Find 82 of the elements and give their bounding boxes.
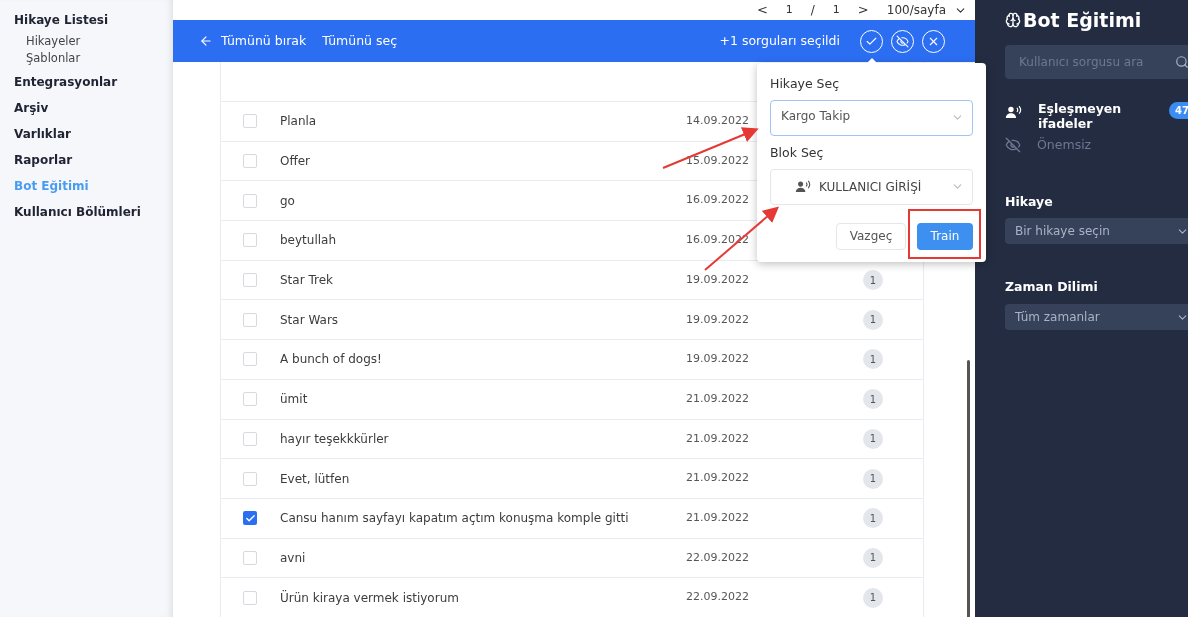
query-date: 22.09.2022 bbox=[686, 549, 746, 566]
count-badge: 1 bbox=[863, 428, 883, 449]
story-select[interactable]: Bir hikaye seçin bbox=[1005, 218, 1188, 245]
query-date: 14.09.2022 bbox=[686, 113, 746, 130]
count-badge: 1 bbox=[863, 389, 883, 410]
story-label: Hikaye bbox=[1005, 192, 1054, 211]
query-text: ümit bbox=[280, 391, 309, 409]
query-text: Cansu hanım sayfayı kapatım açtım konuşma komple gitti bbox=[280, 510, 630, 528]
row-checkbox[interactable] bbox=[243, 154, 257, 169]
row-checkbox[interactable] bbox=[243, 352, 257, 367]
query-text: Ürün kiraya vermek istiyorum bbox=[280, 589, 460, 607]
row-checkbox[interactable] bbox=[243, 550, 257, 565]
story-label: Hikaye Seç bbox=[770, 75, 841, 93]
query-date: 21.09.2022 bbox=[686, 509, 746, 526]
query-date: 16.09.2022 bbox=[686, 192, 746, 209]
query-date: 19.09.2022 bbox=[686, 351, 746, 368]
query-text: Star Trek bbox=[280, 272, 334, 290]
query-text: beytullah bbox=[280, 232, 338, 250]
eye-off-icon bbox=[1005, 136, 1021, 153]
panel-title: Bot Eğitimi bbox=[1023, 8, 1142, 33]
query-text: Planla bbox=[280, 113, 318, 131]
query-text: Offer bbox=[280, 153, 312, 171]
query-text: hayır teşekkkürler bbox=[280, 430, 390, 448]
row-checkbox[interactable] bbox=[243, 431, 257, 446]
sidebar-subitem[interactable]: Şablonlar bbox=[14, 50, 173, 67]
filter-item[interactable]: Eşleşmeyen ifadeler bbox=[1038, 100, 1153, 131]
query-text: Evet, lütfen bbox=[280, 470, 351, 488]
count-badge: 1 bbox=[863, 309, 883, 330]
time-label: Zaman Dilimi bbox=[1005, 278, 1099, 297]
count-badge: 1 bbox=[863, 587, 883, 608]
sidebar-item[interactable]: Arşiv bbox=[14, 95, 173, 121]
previous-page-button[interactable]: < bbox=[756, 0, 768, 20]
page-size-select[interactable]: 100/sayfa bbox=[886, 1, 967, 19]
sidebar-subitem[interactable]: Hikayeler bbox=[14, 33, 173, 50]
speaking-person-icon bbox=[795, 180, 811, 193]
row-checkbox[interactable] bbox=[243, 193, 257, 208]
query-date: 19.09.2022 bbox=[686, 311, 746, 328]
sidebar-item[interactable]: Raporlar bbox=[14, 147, 173, 173]
row-checkbox[interactable] bbox=[243, 114, 257, 129]
count-badge: 47 bbox=[1169, 101, 1188, 119]
count-badge: 1 bbox=[863, 270, 883, 291]
block-select[interactable]: KULLANICI GİRİŞİ bbox=[770, 168, 973, 205]
total-pages: 1 bbox=[832, 1, 840, 18]
row-checkbox[interactable] bbox=[243, 471, 257, 486]
selection-status: +1 sorguları seçildi bbox=[719, 31, 840, 50]
search-icon bbox=[1174, 54, 1188, 69]
next-page-button[interactable]: > bbox=[857, 0, 869, 20]
arrow-left-icon bbox=[199, 34, 213, 48]
count-badge: 1 bbox=[863, 508, 883, 529]
sidebar-item[interactable]: Entegrasyonlar bbox=[14, 69, 173, 95]
cancel-button[interactable]: Vazgeç bbox=[836, 222, 906, 250]
row-checkbox[interactable] bbox=[243, 511, 257, 526]
sidebar-item[interactable]: Varlıklar bbox=[14, 121, 173, 147]
sidebar-item[interactable]: Kullanıcı Bölümleri bbox=[14, 199, 173, 225]
query-text: A bunch of dogs! bbox=[280, 351, 383, 369]
query-date: 19.09.2022 bbox=[686, 271, 746, 288]
select-all-button[interactable]: Tümünü seç bbox=[322, 31, 398, 51]
row-checkbox[interactable] bbox=[243, 273, 257, 288]
speaking-person-icon bbox=[1005, 104, 1022, 119]
eye-off-icon bbox=[896, 34, 909, 48]
page-separator: / bbox=[810, 2, 815, 19]
row-checkbox[interactable] bbox=[243, 312, 257, 327]
query-date: 21.09.2022 bbox=[686, 390, 746, 407]
row-checkbox[interactable] bbox=[243, 590, 257, 605]
query-text: go bbox=[280, 192, 296, 210]
page-number[interactable]: 1 bbox=[785, 1, 793, 19]
block-label: Blok Seç bbox=[770, 143, 825, 162]
story-select[interactable]: Kargo Takip bbox=[770, 99, 973, 136]
sidebar-item[interactable]: Hikaye Listesi bbox=[14, 7, 173, 33]
row-checkbox[interactable] bbox=[243, 392, 257, 407]
query-text: avni bbox=[280, 549, 307, 567]
time-select[interactable]: Tüm zamanlar bbox=[1005, 304, 1188, 330]
count-badge: 1 bbox=[863, 468, 883, 489]
query-date: 21.09.2022 bbox=[686, 470, 746, 487]
row-checkbox[interactable] bbox=[243, 233, 257, 248]
count-badge: 1 bbox=[863, 349, 883, 370]
query-date: 21.09.2022 bbox=[686, 430, 746, 447]
count-badge: 1 bbox=[863, 547, 883, 568]
query-text: Star Wars bbox=[280, 311, 340, 329]
query-date: 22.09.2022 bbox=[686, 589, 746, 606]
query-date: 15.09.2022 bbox=[686, 152, 746, 169]
deselect-all-button[interactable]: Tümünü bırak bbox=[199, 31, 307, 51]
